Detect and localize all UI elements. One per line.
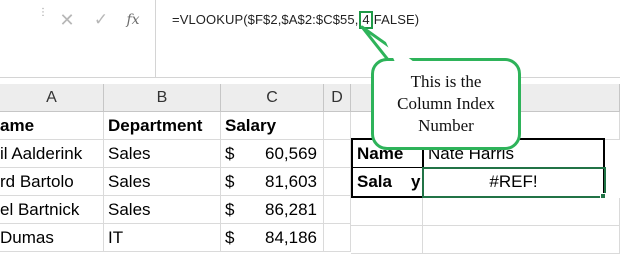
resize-handle[interactable]: ⋮: [38, 8, 48, 30]
salary-cell[interactable]: $60,569: [221, 140, 324, 168]
empty-cell[interactable]: [351, 226, 423, 254]
department-cell[interactable]: Sales: [104, 140, 221, 168]
empty-cell[interactable]: [324, 196, 351, 224]
formula-bar: ⋮ ✕ ✓ fx =VLOOKUP($F$2,$A$2:$C$55, 4 FALSE…: [0, 0, 620, 78]
empty-cell[interactable]: [423, 226, 620, 254]
column-index-highlight: 4: [359, 11, 373, 29]
employee-name-cell[interactable]: el Bartnick: [0, 196, 104, 224]
callout-line-3: Number: [418, 116, 474, 135]
currency-symbol: $: [225, 144, 235, 163]
salary-value: 86,281: [265, 200, 317, 219]
empty-cell[interactable]: [324, 112, 351, 140]
empty-cell[interactable]: [324, 140, 351, 168]
formula-bar-divider: [155, 0, 156, 78]
salary-value: 84,186: [265, 228, 317, 247]
currency-symbol: $: [225, 228, 235, 247]
department-cell[interactable]: Sales: [104, 196, 221, 224]
cancel-icon[interactable]: ✕: [56, 9, 78, 31]
column-header-c[interactable]: C: [221, 84, 324, 112]
callout-line-1: This is the: [410, 72, 482, 91]
callout-line-2: Column Index: [397, 94, 495, 113]
empty-cell[interactable]: [324, 168, 351, 196]
lookup-salary-label-start: Sala: [357, 172, 392, 191]
callout-bubble: This is the Column Index Number: [371, 58, 521, 150]
salary-value: 81,603: [265, 172, 317, 191]
formula-input[interactable]: =VLOOKUP($F$2,$A$2:$C$55, 4 FALSE): [172, 11, 419, 29]
column-header-d[interactable]: D: [324, 84, 351, 112]
formula-text-start: =VLOOKUP($F$2,$A$2:$C$55,: [172, 12, 359, 27]
lookup-salary-label-end: y: [410, 172, 421, 191]
worksheet-grid: A B C D ame Department Salary il Aalderi…: [0, 84, 620, 260]
name-box-edge[interactable]: [0, 6, 28, 34]
header-salary-cell[interactable]: Salary: [221, 112, 324, 140]
insert-function-icon[interactable]: fx: [122, 9, 144, 31]
enter-icon[interactable]: ✓: [90, 9, 112, 31]
header-department-cell[interactable]: Department: [104, 112, 221, 140]
department-cell[interactable]: IT: [104, 224, 221, 252]
empty-cell[interactable]: [324, 224, 351, 252]
fill-handle[interactable]: [600, 193, 606, 199]
column-header-a[interactable]: A: [0, 84, 104, 112]
employee-name-cell[interactable]: il Aalderink: [0, 140, 104, 168]
salary-cell[interactable]: $84,186: [221, 224, 324, 252]
salary-cell[interactable]: $86,281: [221, 196, 324, 224]
lookup-salary-label[interactable]: Sala y: [353, 168, 422, 196]
currency-symbol: $: [225, 172, 235, 191]
salary-value: 60,569: [265, 144, 317, 163]
active-cell-selection: [422, 167, 606, 198]
empty-cell[interactable]: [423, 198, 620, 226]
column-header-b[interactable]: B: [104, 84, 221, 112]
formula-text-end: FALSE): [373, 12, 420, 27]
department-cell[interactable]: Sales: [104, 168, 221, 196]
currency-symbol: $: [225, 200, 235, 219]
empty-cell[interactable]: [351, 198, 423, 226]
salary-cell[interactable]: $81,603: [221, 168, 324, 196]
employee-name-cell[interactable]: rd Bartolo: [0, 168, 104, 196]
header-name-cell[interactable]: ame: [0, 112, 104, 140]
employee-name-cell[interactable]: Dumas: [0, 224, 104, 252]
